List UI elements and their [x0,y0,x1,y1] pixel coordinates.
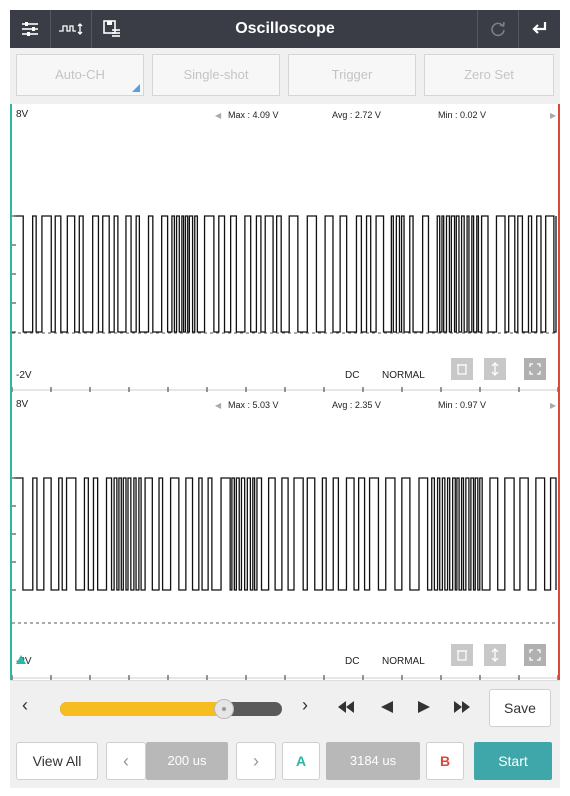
ch2-scroll-left-icon[interactable]: ◀ [215,401,221,410]
waveform-trace [14,215,557,333]
ch2-vertical-scale-icon[interactable] [484,644,506,666]
cursor-b-line[interactable] [558,394,560,680]
fast-rewind-icon[interactable] [337,700,355,718]
ch1-coupling: DC [345,370,360,381]
bottom-toolbar: View All ‹ 200 us › A 3184 us B Start [10,736,560,788]
cursor-a-marker-icon[interactable] [16,655,26,664]
cursor-delta-value: 3184 us [326,742,420,780]
dropdown-corner-icon [132,84,140,92]
cursor-a-button[interactable]: A [282,742,320,780]
cursor-a-line[interactable] [10,104,12,394]
ch2-top-voltage: 8V [16,399,29,410]
timeline-slider[interactable] [60,699,282,719]
channel-2-waveform [11,477,559,680]
ch2-fullscreen-icon[interactable] [524,644,546,666]
timebase-increase-button[interactable]: › [236,742,276,780]
ch2-scroll-right-icon[interactable]: ▶ [550,401,556,410]
trigger-button[interactable]: Trigger [288,54,416,96]
start-button[interactable]: Start [474,742,552,780]
ch1-scroll-right-icon[interactable]: ▶ [550,111,556,120]
ch2-mode: NORMAL [382,656,425,667]
ch1-min: Min : 0.02 V [438,110,487,120]
refresh-icon[interactable] [478,10,518,48]
cursor-b-button[interactable]: B [426,742,464,780]
back-icon[interactable] [519,10,559,48]
channel-2-panel[interactable]: 8V ◀ Max : 5.03 V Avg : 2.35 V Min : 0.9… [10,394,560,680]
ch1-delete-icon[interactable] [451,358,473,380]
ch1-mode: NORMAL [382,370,425,381]
waveform-trace [14,477,557,591]
cursor-a-line[interactable] [10,394,12,680]
header-bar: Oscilloscope [10,10,560,48]
timeline-next-icon[interactable]: › [302,695,308,716]
ch2-min: Min : 0.97 V [438,400,487,410]
ch2-delete-icon[interactable] [451,644,473,666]
zero-set-button[interactable]: Zero Set [424,54,554,96]
timeline-slider-fill [60,702,225,716]
cursor-b-line[interactable] [558,104,560,394]
ch1-top-voltage: 8V [16,109,29,120]
ch1-fullscreen-icon[interactable] [524,358,546,380]
save-button[interactable]: Save [489,689,551,727]
timeline-prev-icon[interactable]: ‹ [22,695,28,716]
view-all-button[interactable]: View All [16,742,98,780]
ch1-bottom-voltage: -2V [16,370,32,381]
ch1-scroll-left-icon[interactable]: ◀ [215,111,221,120]
auto-ch-button[interactable]: Auto-CH [16,54,144,96]
timeline-toolbar: ‹ › Save [10,680,560,736]
channel-1-panel[interactable]: 8V ◀ Max : 4.09 V Avg : 2.72 V Min : 0.0… [10,104,560,394]
ch2-avg: Avg : 2.35 V [332,400,381,410]
mode-toolbar: Auto-CH Single-shot Trigger Zero Set [10,48,560,104]
step-back-icon[interactable] [380,700,394,718]
fast-forward-icon[interactable] [453,700,471,718]
timebase-value: 200 us [146,742,228,780]
ch1-max: Max : 4.09 V [228,110,279,120]
auto-ch-label: Auto-CH [55,67,105,82]
timebase-decrease-button[interactable]: ‹ [106,742,146,780]
step-forward-icon[interactable] [417,700,431,718]
ch2-max: Max : 5.03 V [228,400,279,410]
timeline-slider-thumb[interactable] [214,699,235,719]
ch1-vertical-scale-icon[interactable] [484,358,506,380]
single-shot-button[interactable]: Single-shot [152,54,280,96]
ch2-coupling: DC [345,656,360,667]
channel-1-waveform [11,215,559,392]
ch1-avg: Avg : 2.72 V [332,110,381,120]
